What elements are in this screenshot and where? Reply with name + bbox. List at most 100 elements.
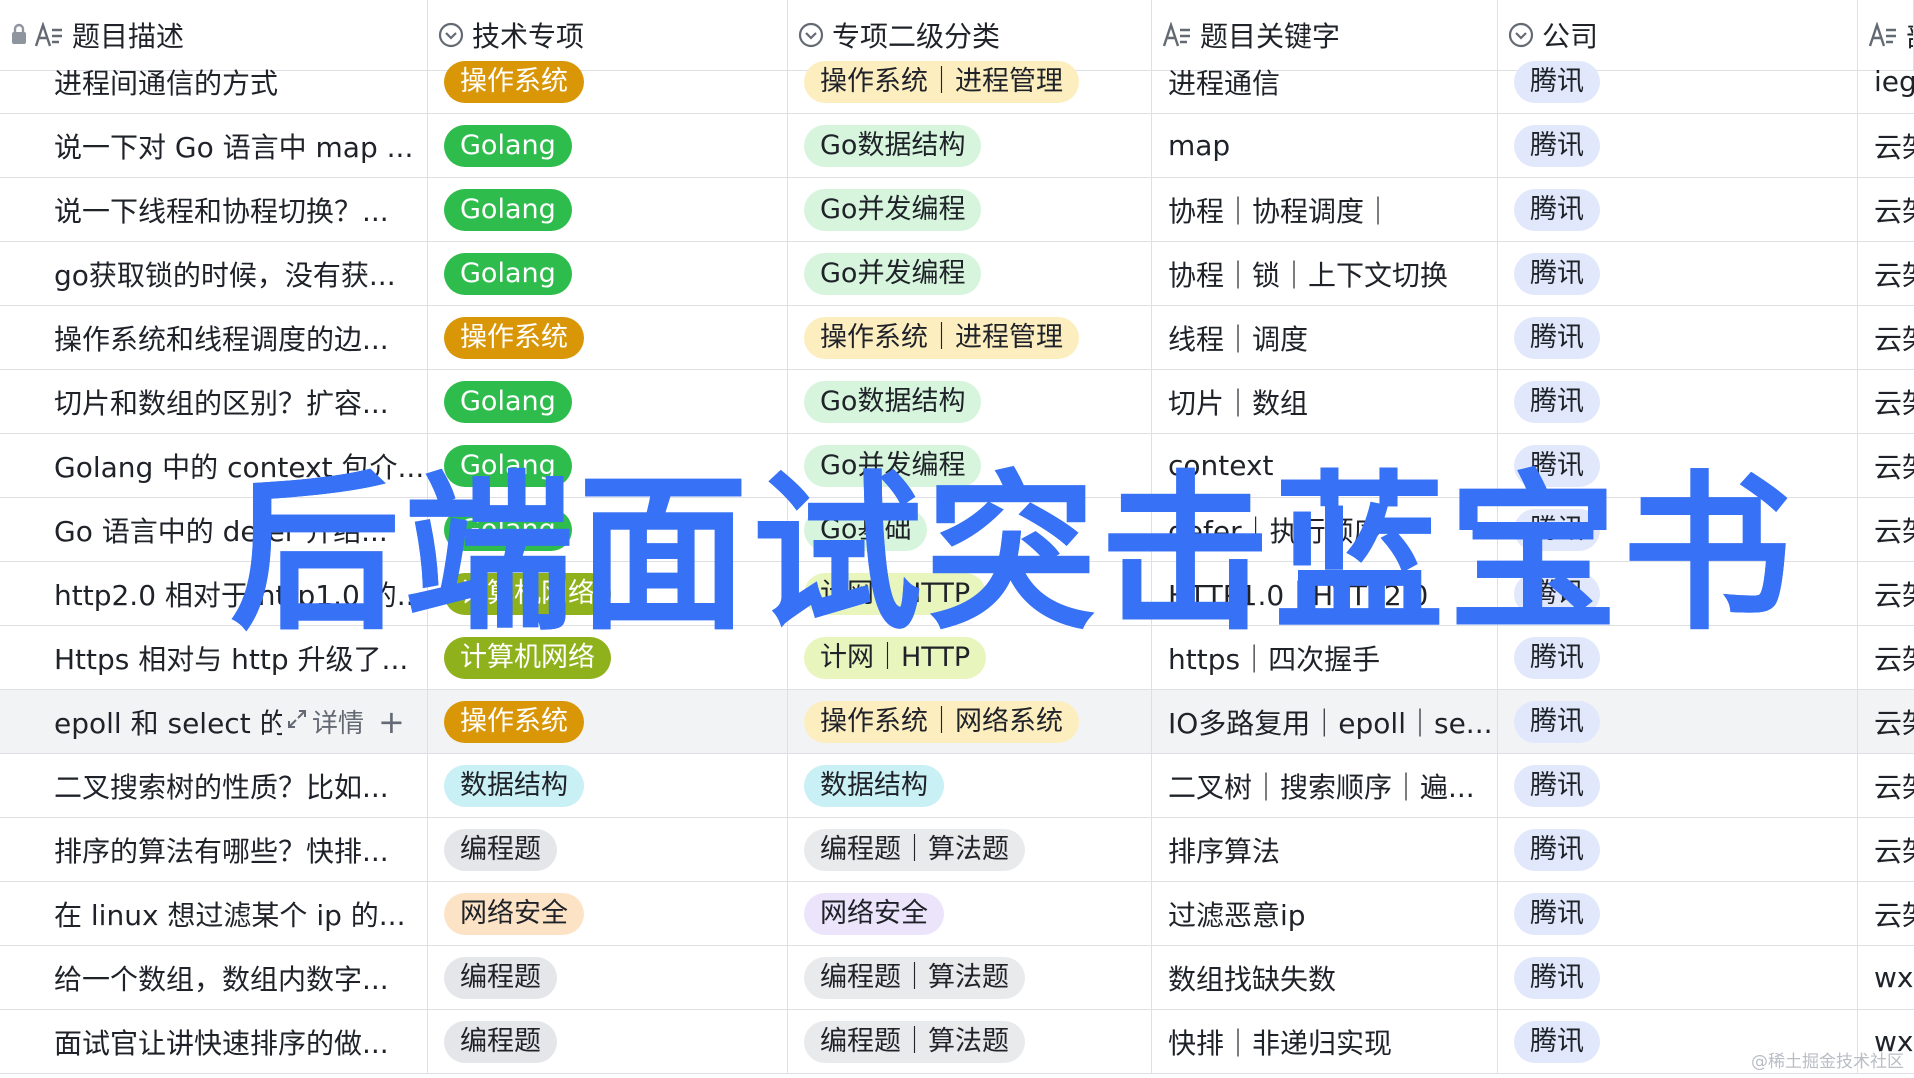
cell-company[interactable]: 腾讯 bbox=[1498, 306, 1858, 369]
cell-description[interactable]: 二叉搜索树的性质？比如... bbox=[0, 754, 428, 817]
table-row[interactable]: 给一个数组，数组内数字... 编程题 编程题｜算法题 数组找缺失数 腾讯 wxg bbox=[0, 946, 1914, 1010]
cell-department[interactable]: 云架 bbox=[1858, 690, 1914, 753]
cell-subcategory[interactable]: 操作系统｜进程管理 bbox=[788, 50, 1152, 113]
cell-keywords[interactable]: 协程｜锁｜上下文切换 bbox=[1152, 242, 1498, 305]
cell-department[interactable]: 云架 bbox=[1858, 114, 1914, 177]
cell-subcategory[interactable]: 编程题｜算法题 bbox=[788, 818, 1152, 881]
cell-company[interactable]: 腾讯 bbox=[1498, 690, 1858, 753]
expand-icon[interactable] bbox=[286, 707, 308, 737]
cell-tech[interactable]: 编程题 bbox=[428, 946, 788, 1009]
cell-subcategory[interactable]: Go并发编程 bbox=[788, 178, 1152, 241]
cell-description[interactable]: 切片和数组的区别？扩容... bbox=[0, 370, 428, 433]
cell-description[interactable]: http2.0 相对于 http1.0 的... bbox=[0, 562, 428, 625]
cell-department[interactable]: 云架 bbox=[1858, 306, 1914, 369]
cell-description[interactable]: go获取锁的时候，没有获... bbox=[0, 242, 428, 305]
table-row[interactable]: 排序的算法有哪些？快排... 编程题 编程题｜算法题 排序算法 腾讯 云架 bbox=[0, 818, 1914, 882]
cell-keywords[interactable]: 快排｜非递归实现 bbox=[1152, 1010, 1498, 1073]
table-row[interactable]: Https 相对与 http 升级了... 计算机网络 计网｜HTTP https｜四… bbox=[0, 626, 1914, 690]
cell-subcategory[interactable]: Go基础 bbox=[788, 498, 1152, 561]
cell-keywords[interactable]: HTTP1.0｜HTTP2.0 bbox=[1152, 562, 1498, 625]
cell-department[interactable]: 云架 bbox=[1858, 562, 1914, 625]
cell-description[interactable]: Go 语言中的 defer 介绍... bbox=[0, 498, 428, 561]
table-row[interactable]: 操作系统和线程调度的边... 操作系统 操作系统｜进程管理 线程｜调度 腾讯 云架 bbox=[0, 306, 1914, 370]
cell-department[interactable]: 云架 bbox=[1858, 818, 1914, 881]
cell-subcategory[interactable]: 编程题｜算法题 bbox=[788, 1010, 1152, 1073]
table-row[interactable]: epoll 和 select 的 操作系统 操作系统｜网络系统 IO多路复用｜epol… bbox=[0, 690, 1914, 754]
table-row[interactable]: 面试官让讲快速排序的做...编程题编程题｜算法题快排｜非递归实现腾讯wxg bbox=[0, 1010, 1914, 1074]
cell-description[interactable]: 操作系统和线程调度的边... bbox=[0, 306, 428, 369]
cell-subcategory[interactable]: Go数据结构 bbox=[788, 370, 1152, 433]
cell-subcategory[interactable]: Go并发编程 bbox=[788, 434, 1152, 497]
cell-department[interactable]: ieg bbox=[1858, 50, 1914, 113]
cell-company[interactable]: 腾讯 bbox=[1498, 50, 1858, 113]
cell-keywords[interactable]: 切片｜数组 bbox=[1152, 370, 1498, 433]
cell-department[interactable]: 云架 bbox=[1858, 882, 1914, 945]
table-row[interactable]: Go 语言中的 defer 介绍... Golang Go基础 defer｜执行顺序 腾… bbox=[0, 498, 1914, 562]
cell-keywords[interactable]: IO多路复用｜epoll｜se... bbox=[1152, 690, 1498, 753]
cell-department[interactable]: 云架 bbox=[1858, 754, 1914, 817]
table-row[interactable]: 二叉搜索树的性质？比如... 数据结构 数据结构 二叉树｜搜索顺序｜遍... 腾讯 云架 bbox=[0, 754, 1914, 818]
cell-tech[interactable]: Golang bbox=[428, 178, 788, 241]
table-row[interactable]: http2.0 相对于 http1.0 的... 计算机网络 计网｜HTTP HTTP… bbox=[0, 562, 1914, 626]
cell-keywords[interactable]: 二叉树｜搜索顺序｜遍... bbox=[1152, 754, 1498, 817]
cell-company[interactable]: 腾讯 bbox=[1498, 882, 1858, 945]
cell-tech[interactable]: Golang bbox=[428, 242, 788, 305]
cell-keywords[interactable]: defer｜执行顺序 bbox=[1152, 498, 1498, 561]
cell-tech[interactable]: 计算机网络 bbox=[428, 562, 788, 625]
cell-description[interactable]: 进程间通信的方式 bbox=[0, 50, 428, 113]
cell-department[interactable]: 云架 bbox=[1858, 626, 1914, 689]
cell-keywords[interactable]: map bbox=[1152, 114, 1498, 177]
cell-company[interactable]: 腾讯 bbox=[1498, 114, 1858, 177]
cell-company[interactable]: 腾讯 bbox=[1498, 562, 1858, 625]
cell-company[interactable]: 腾讯 bbox=[1498, 754, 1858, 817]
cell-subcategory[interactable]: 编程题｜算法题 bbox=[788, 946, 1152, 1009]
cell-department[interactable]: 云架 bbox=[1858, 498, 1914, 561]
cell-subcategory[interactable]: 计网｜HTTP bbox=[788, 626, 1152, 689]
cell-description[interactable]: Https 相对与 http 升级了... bbox=[0, 626, 428, 689]
cell-department[interactable]: 云架 bbox=[1858, 242, 1914, 305]
cell-subcategory[interactable]: 操作系统｜网络系统 bbox=[788, 690, 1152, 753]
table-row[interactable]: go获取锁的时候，没有获... Golang Go并发编程 协程｜锁｜上下文切换 腾讯 云… bbox=[0, 242, 1914, 306]
cell-company[interactable]: 腾讯 bbox=[1498, 498, 1858, 561]
cell-keywords[interactable]: 数组找缺失数 bbox=[1152, 946, 1498, 1009]
cell-company[interactable]: 腾讯 bbox=[1498, 626, 1858, 689]
cell-description[interactable]: Golang 中的 context 包介... bbox=[0, 434, 428, 497]
cell-company[interactable]: 腾讯 bbox=[1498, 818, 1858, 881]
cell-keywords[interactable]: 过滤恶意ip bbox=[1152, 882, 1498, 945]
cell-company[interactable]: 腾讯 bbox=[1498, 370, 1858, 433]
cell-tech[interactable]: 计算机网络 bbox=[428, 626, 788, 689]
table-row[interactable]: 说一下线程和协程切换？... Golang Go并发编程 协程｜协程调度｜ 腾讯 云架 bbox=[0, 178, 1914, 242]
cell-tech[interactable]: 编程题 bbox=[428, 818, 788, 881]
cell-tech[interactable]: 操作系统 bbox=[428, 690, 788, 753]
cell-company[interactable]: 腾讯 bbox=[1498, 946, 1858, 1009]
table-row[interactable]: 切片和数组的区别？扩容... Golang Go数据结构 切片｜数组 腾讯 云架 bbox=[0, 370, 1914, 434]
cell-tech[interactable]: Golang bbox=[428, 114, 788, 177]
cell-keywords[interactable]: https｜四次握手 bbox=[1152, 626, 1498, 689]
cell-keywords[interactable]: 线程｜调度 bbox=[1152, 306, 1498, 369]
cell-description[interactable]: 给一个数组，数组内数字... bbox=[0, 946, 428, 1009]
cell-tech[interactable]: Golang bbox=[428, 434, 788, 497]
cell-department[interactable]: wxg bbox=[1858, 946, 1914, 1009]
cell-description[interactable]: 说一下线程和协程切换？... bbox=[0, 178, 428, 241]
cell-company[interactable]: 腾讯 bbox=[1498, 178, 1858, 241]
cell-tech[interactable]: 编程题 bbox=[428, 1010, 788, 1073]
cell-tech[interactable]: Golang bbox=[428, 498, 788, 561]
cell-company[interactable]: 腾讯 bbox=[1498, 242, 1858, 305]
cell-tech[interactable]: 操作系统 bbox=[428, 50, 788, 113]
cell-description[interactable]: 在 linux 想过滤某个 ip 的... bbox=[0, 882, 428, 945]
cell-subcategory[interactable]: 操作系统｜进程管理 bbox=[788, 306, 1152, 369]
cell-tech[interactable]: 操作系统 bbox=[428, 306, 788, 369]
table-row[interactable]: 在 linux 想过滤某个 ip 的... 网络安全 网络安全 过滤恶意ip 腾讯 云架 bbox=[0, 882, 1914, 946]
cell-company[interactable]: 腾讯 bbox=[1498, 434, 1858, 497]
cell-keywords[interactable]: 进程通信 bbox=[1152, 50, 1498, 113]
add-row-button[interactable]: + bbox=[378, 703, 405, 741]
cell-keywords[interactable]: context bbox=[1152, 434, 1498, 497]
cell-subcategory[interactable]: 数据结构 bbox=[788, 754, 1152, 817]
cell-keywords[interactable]: 协程｜协程调度｜ bbox=[1152, 178, 1498, 241]
cell-description[interactable]: 排序的算法有哪些？快排... bbox=[0, 818, 428, 881]
table-row[interactable]: 说一下对 Go 语言中 map ... Golang Go数据结构 map 腾讯 云架 bbox=[0, 114, 1914, 178]
cell-description[interactable]: 面试官让讲快速排序的做... bbox=[0, 1010, 428, 1073]
cell-subcategory[interactable]: 网络安全 bbox=[788, 882, 1152, 945]
cell-tech[interactable]: 数据结构 bbox=[428, 754, 788, 817]
cell-subcategory[interactable]: Go数据结构 bbox=[788, 114, 1152, 177]
